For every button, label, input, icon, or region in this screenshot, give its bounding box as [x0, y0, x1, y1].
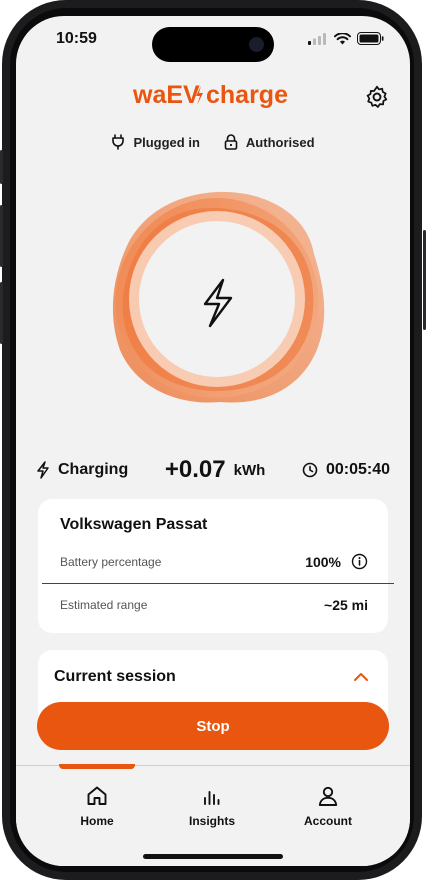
lock-icon [224, 134, 238, 150]
plug-icon [112, 134, 125, 150]
status-time: 10:59 [56, 30, 97, 47]
authorised-label: Authorised [245, 134, 315, 150]
stop-button[interactable]: Stop [37, 702, 389, 750]
wifi-icon [334, 32, 351, 44]
status-chips: Plugged in Authorised [16, 134, 410, 150]
cellular-signal-icon [308, 32, 326, 45]
status-icons [308, 32, 384, 45]
nav-label-home: Home [80, 814, 114, 828]
gear-icon[interactable] [364, 84, 390, 110]
plugged-in-label: Plugged in [133, 134, 200, 150]
range-value: ~25 mi [324, 597, 368, 613]
nav-label-insights: Insights [188, 814, 235, 828]
nav-active-indicator [59, 764, 135, 769]
vehicle-name: Volkswagen Passat [60, 516, 208, 533]
home-icon [87, 786, 107, 805]
nav-item-insights[interactable]: Insights [162, 784, 262, 828]
charging-state: Charging [36, 461, 128, 479]
battery-value: 100% [305, 553, 341, 570]
home-indicator[interactable] [143, 854, 283, 859]
charging-state-label: Charging [58, 461, 129, 478]
info-icon[interactable] [351, 553, 368, 570]
energy-unit: kWh [233, 461, 266, 479]
app-logo: waEV charge [16, 80, 410, 115]
battery-icon [357, 32, 384, 45]
charging-stats: Charging +0.07 kWh 00:05:40 [36, 456, 390, 484]
waev-charge-logo: waEV charge [132, 81, 288, 109]
nav-label-account: Account [304, 814, 352, 828]
logo-text-primary: waEV [132, 81, 200, 109]
bottom-nav: Home Insights Account [16, 764, 410, 866]
side-button-left-top [0, 150, 3, 184]
dynamic-island [152, 27, 274, 62]
user-icon [318, 786, 338, 806]
authorised-chip: Authorised [224, 134, 315, 150]
vehicle-card: Volkswagen Passat Battery percentage 100… [38, 499, 388, 633]
energy-value: +0.07 [164, 456, 226, 483]
session-title: Current session [54, 668, 176, 685]
bar-chart-icon [204, 791, 220, 805]
battery-value-group: 100% [305, 553, 368, 570]
battery-row: Battery percentage 100% [60, 553, 368, 570]
vehicle-card-divider [42, 583, 394, 584]
range-row: Estimated range ~25 mi [60, 597, 368, 613]
charging-orb [112, 191, 325, 403]
range-label: Estimated range [60, 598, 148, 612]
side-button-left-mid [0, 205, 3, 267]
app-screen: 10:59 waEV charge Plugged in Authorised … [16, 16, 410, 866]
clock-icon [302, 462, 318, 478]
chevron-up-icon[interactable] [352, 668, 370, 686]
lightning-small-icon [37, 461, 49, 479]
plugged-in-chip: Plugged in [111, 134, 200, 150]
session-duration: 00:05:40 [302, 461, 390, 479]
side-button-left-low [0, 282, 3, 344]
duration-value: 00:05:40 [325, 461, 390, 478]
logo-text-secondary: charge [206, 81, 288, 109]
battery-label: Battery percentage [60, 554, 162, 569]
energy-delivered: +0.07 kWh [165, 456, 265, 484]
front-camera [249, 37, 264, 52]
nav-item-account[interactable]: Account [278, 784, 378, 828]
nav-item-home[interactable]: Home [47, 784, 147, 828]
